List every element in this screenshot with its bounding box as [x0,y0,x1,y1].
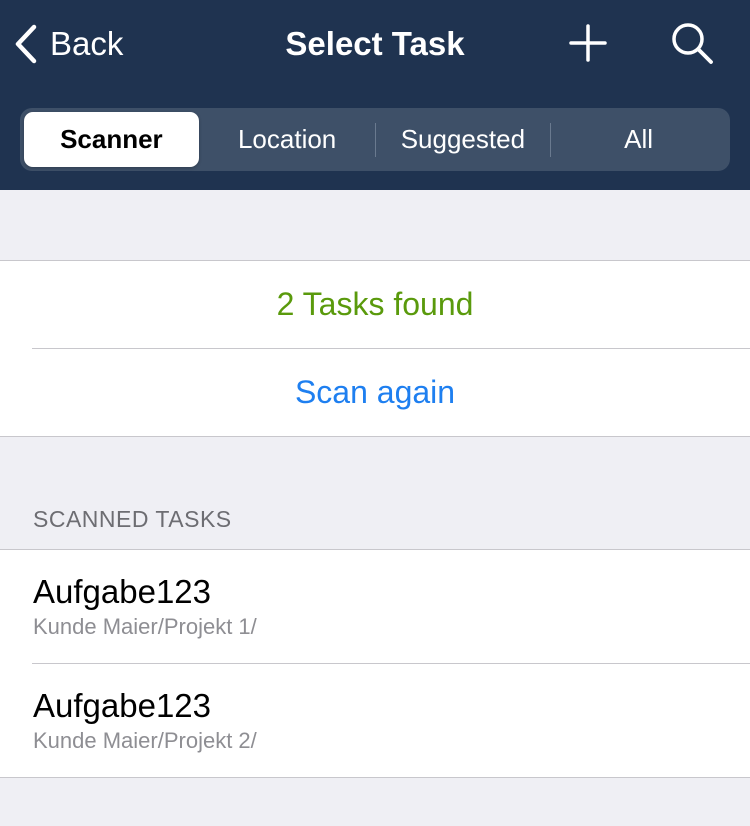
navigation-bar: Back Select Task Scanner Location Sugges… [0,0,750,190]
task-title: Aufgabe123 [33,687,212,724]
segment-location[interactable]: Location [200,112,375,167]
chevron-left-icon [14,24,38,64]
scanned-tasks-header: SCANNED TASKS [33,506,232,532]
task-row[interactable]: Aufgabe123 Kunde Maier/Projekt 1/ [0,550,750,663]
task-title: Aufgabe123 [33,573,212,610]
tasks-found-status: 2 Tasks found [276,286,474,322]
task-filter-segmented-control: Scanner Location Suggested All [20,108,730,171]
scan-again-button[interactable]: Scan again [0,349,750,436]
plus-icon [569,23,607,67]
task-path: Kunde Maier/Projekt 1/ [33,614,257,639]
back-label: Back [50,25,124,62]
task-path: Kunde Maier/Projekt 2/ [33,728,257,753]
segment-scanner[interactable]: Scanner [24,112,199,167]
search-button[interactable] [668,22,716,68]
add-task-button[interactable] [564,22,612,68]
back-button[interactable]: Back [14,22,123,66]
segment-suggested[interactable]: Suggested [376,112,551,167]
scanned-tasks-list: Aufgabe123 Kunde Maier/Projekt 1/ Aufgab… [0,549,750,778]
search-icon [670,21,714,70]
task-row[interactable]: Aufgabe123 Kunde Maier/Projekt 2/ [0,664,750,777]
scan-status-group: 2 Tasks found Scan again [0,260,750,437]
segment-all[interactable]: All [551,112,726,167]
